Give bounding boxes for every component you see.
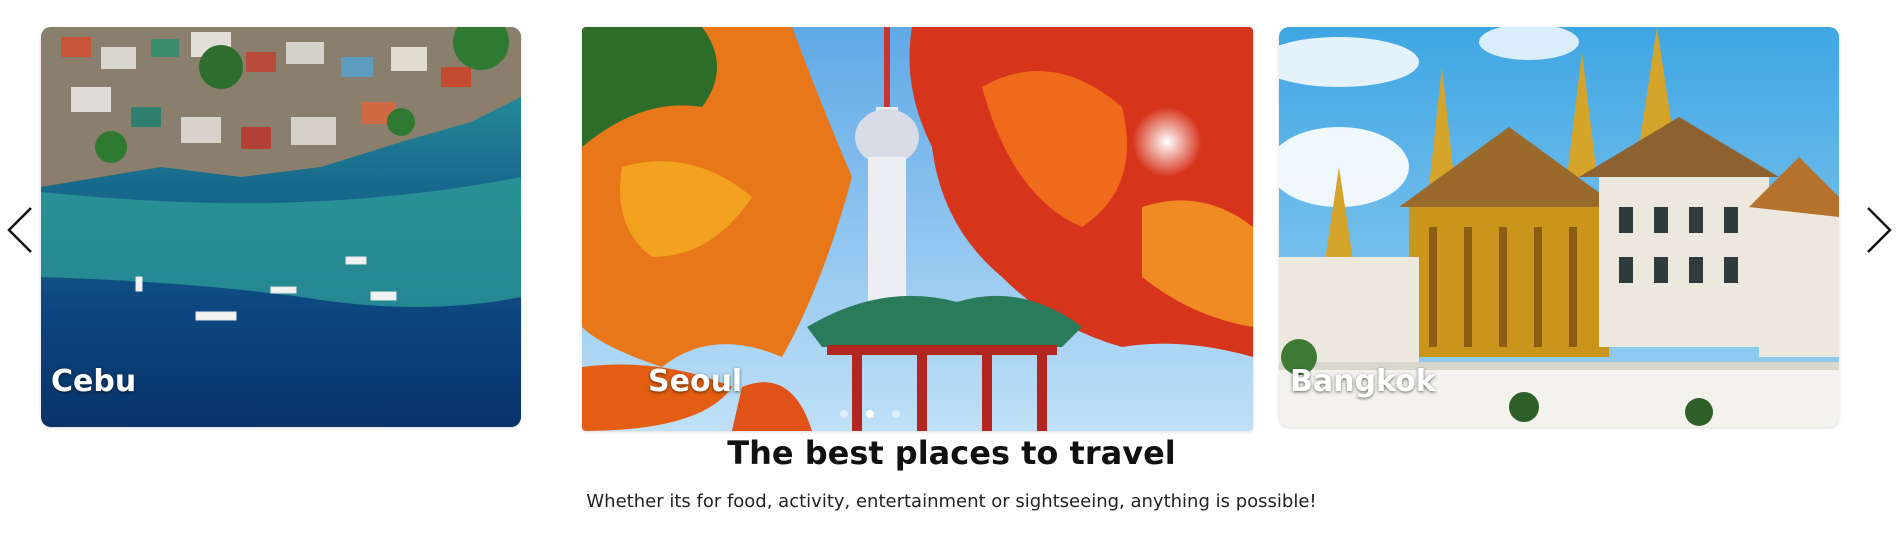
carousel-indicators xyxy=(840,410,900,418)
chevron-left-icon xyxy=(7,207,32,253)
carousel-next-button[interactable] xyxy=(1861,200,1897,260)
slide-label-cebu: Cebu xyxy=(51,364,137,399)
carousel-prev-button[interactable] xyxy=(2,200,38,260)
carousel-dot-1[interactable] xyxy=(840,410,848,418)
slide-card-cebu[interactable]: Cebu xyxy=(41,27,521,427)
section-headline: The best places to travel xyxy=(727,434,1176,472)
carousel-dot-3[interactable] xyxy=(892,410,900,418)
chevron-right-icon xyxy=(1867,207,1892,253)
carousel-dot-2[interactable] xyxy=(866,410,874,418)
slide-card-seoul[interactable]: Seoul xyxy=(582,27,1253,431)
travel-carousel-section: Cebu Seoul Bangkok The best places to tr… xyxy=(0,0,1903,536)
slide-label-bangkok: Bangkok xyxy=(1290,364,1436,399)
section-subheadline: Whether its for food, activity, entertai… xyxy=(586,491,1317,512)
slide-label-seoul: Seoul xyxy=(648,364,743,399)
slide-card-bangkok[interactable]: Bangkok xyxy=(1279,27,1839,427)
